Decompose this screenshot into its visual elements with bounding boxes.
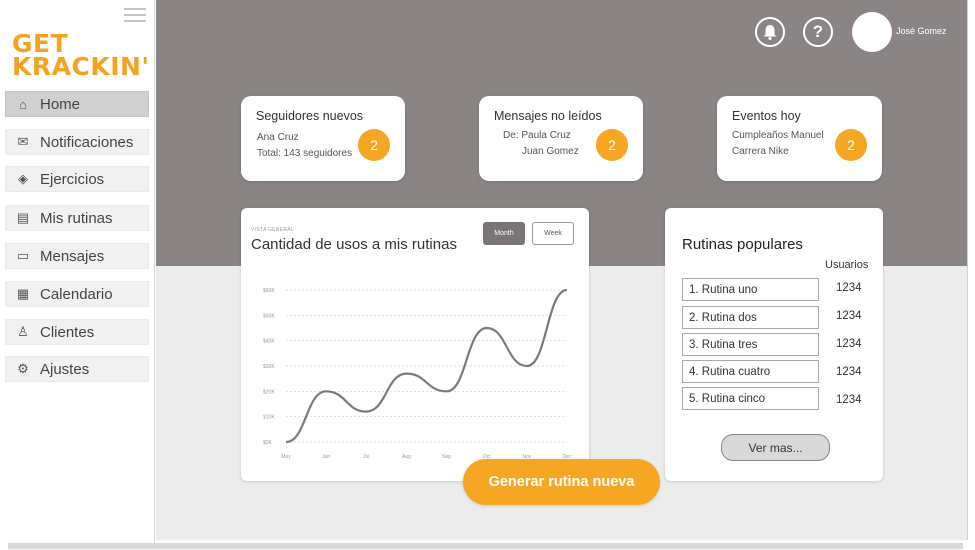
sidebar-item-clientes[interactable]: ♙ Clientes: [5, 319, 149, 345]
stat-line: Total: 143 seguidores: [257, 148, 353, 159]
routine-row[interactable]: 4. Rutina cuatro: [682, 360, 819, 383]
week-toggle-button[interactable]: Week: [532, 222, 574, 245]
stat-line: Cumpleaños Manuel: [732, 130, 824, 141]
bell-icon-glyph: [763, 25, 777, 41]
stat-line: De: Paula Cruz: [503, 130, 571, 141]
help-glyph: ?: [812, 22, 824, 41]
stat-card-seguidores[interactable]: Seguidores nuevos Ana Cruz Total: 143 se…: [241, 96, 405, 181]
chart-kicker: VISTA GENERAL: [251, 227, 294, 233]
sidebar-item-label: Mensajes: [40, 247, 105, 265]
sidebar-item-notificaciones[interactable]: ✉ Notificaciones: [5, 129, 149, 155]
users-column-header: Usuarios: [825, 259, 869, 271]
routine-row[interactable]: 3. Rutina tres: [682, 333, 819, 356]
y-tick-label: $10K: [263, 415, 275, 421]
y-tick-label: $40K: [263, 339, 275, 345]
routine-row[interactable]: 5. Rutina cinco: [682, 387, 819, 410]
brand-logo: GET KRACKIN': [12, 31, 150, 81]
home-icon: ⌂: [19, 96, 27, 112]
x-tick-label: Aug: [402, 454, 411, 460]
sidebar-item-label: Home: [40, 95, 81, 113]
x-tick-label: Jul: [363, 454, 369, 460]
usage-chart-card: $0K $10K $20K $30K $40K $50K $60K May Jun Jul Aug S…: [241, 208, 589, 481]
x-tick-label: Jun: [322, 454, 330, 460]
stat-title: Seguidores nuevos: [256, 109, 364, 123]
month-toggle-button[interactable]: Month: [483, 222, 525, 245]
help-icon[interactable]: ?: [803, 17, 833, 47]
app-window: GET KRACKIN' ⌂ Home ✉ Notificaciones ◈ E…: [0, 0, 975, 550]
chart-title: Cantidad de usos a mis rutinas: [251, 236, 457, 253]
sidebar-item-label: Clientes: [40, 323, 95, 341]
stat-card-eventos[interactable]: Eventos hoy Cumpleaños Manuel Carrera Ni…: [717, 96, 882, 181]
popular-routines-card: Rutinas populares Usuarios 1. Rutina uno…: [665, 208, 883, 481]
sidebar-item-label: Calendario: [40, 285, 113, 303]
mail-icon: ✉: [17, 134, 29, 149]
sidebar-item-label: Ejercicios: [40, 170, 105, 188]
gear-icon: ⚙: [17, 361, 29, 376]
chat-icon: ▭: [16, 248, 30, 263]
x-tick-label: Sep: [442, 454, 451, 460]
stat-title: Mensajes no leídos: [494, 109, 602, 123]
routine-row[interactable]: 1. Rutina uno: [682, 278, 819, 301]
routine-users: 1234: [836, 366, 862, 378]
sidebar-item-ejercicios[interactable]: ◈ Ejercicios: [5, 166, 149, 192]
routine-users: 1234: [836, 394, 862, 406]
sidebar: GET KRACKIN' ⌂ Home ✉ Notificaciones ◈ E…: [0, 0, 155, 545]
popular-title: Rutinas populares: [682, 236, 803, 253]
count-badge: 2: [835, 129, 867, 161]
sidebar-item-mis-rutinas[interactable]: ▤ Mis rutinas: [5, 205, 149, 231]
stat-line: Carrera Nike: [732, 146, 789, 157]
user-name: José Gomez: [896, 26, 947, 36]
generate-routine-button[interactable]: Generar rutina nueva: [463, 459, 660, 505]
routine-users: 1234: [836, 338, 862, 350]
stat-line: Juan Gomez: [522, 146, 579, 157]
y-tick-label: $60K: [263, 288, 275, 294]
sidebar-item-label: Mis rutinas: [40, 209, 113, 227]
hamburger-menu-icon[interactable]: [124, 8, 146, 24]
y-tick-label: $50K: [263, 313, 275, 319]
y-tick-label: $20K: [263, 389, 275, 395]
stat-line: Ana Cruz: [257, 132, 299, 143]
routine-users: 1234: [836, 310, 862, 322]
sidebar-item-mensajes[interactable]: ▭ Mensajes: [5, 243, 149, 269]
stat-card-mensajes[interactable]: Mensajes no leídos De: Paula Cruz Juan G…: [479, 96, 643, 181]
count-badge: 2: [358, 129, 390, 161]
routine-users: 1234: [836, 282, 862, 294]
logo-line-2: KRACKIN': [12, 52, 150, 81]
exercise-diamond-icon: ◈: [18, 171, 28, 186]
person-icon: ♙: [17, 324, 29, 339]
sidebar-item-label: Ajustes: [40, 360, 90, 378]
horizontal-scrollbar[interactable]: [8, 543, 963, 549]
sidebar-item-ajustes[interactable]: ⚙ Ajustes: [5, 356, 149, 382]
sidebar-item-label: Notificaciones: [40, 133, 134, 151]
ver-mas-button[interactable]: Ver mas...: [721, 434, 830, 461]
bell-icon[interactable]: [755, 17, 785, 47]
x-tick-label: May: [281, 454, 291, 460]
right-border: [967, 0, 968, 540]
stat-title: Eventos hoy: [732, 109, 801, 123]
count-badge: 2: [596, 129, 628, 161]
sidebar-item-calendario[interactable]: ▦ Calendario: [5, 281, 149, 307]
avatar[interactable]: [852, 12, 892, 52]
document-icon: ▤: [16, 210, 30, 225]
sidebar-item-home[interactable]: ⌂ Home: [5, 91, 149, 117]
calendar-icon: ▦: [16, 286, 30, 301]
y-tick-label: $0K: [263, 440, 273, 446]
routine-row[interactable]: 2. Rutina dos: [682, 306, 819, 329]
y-tick-label: $30K: [263, 364, 275, 370]
